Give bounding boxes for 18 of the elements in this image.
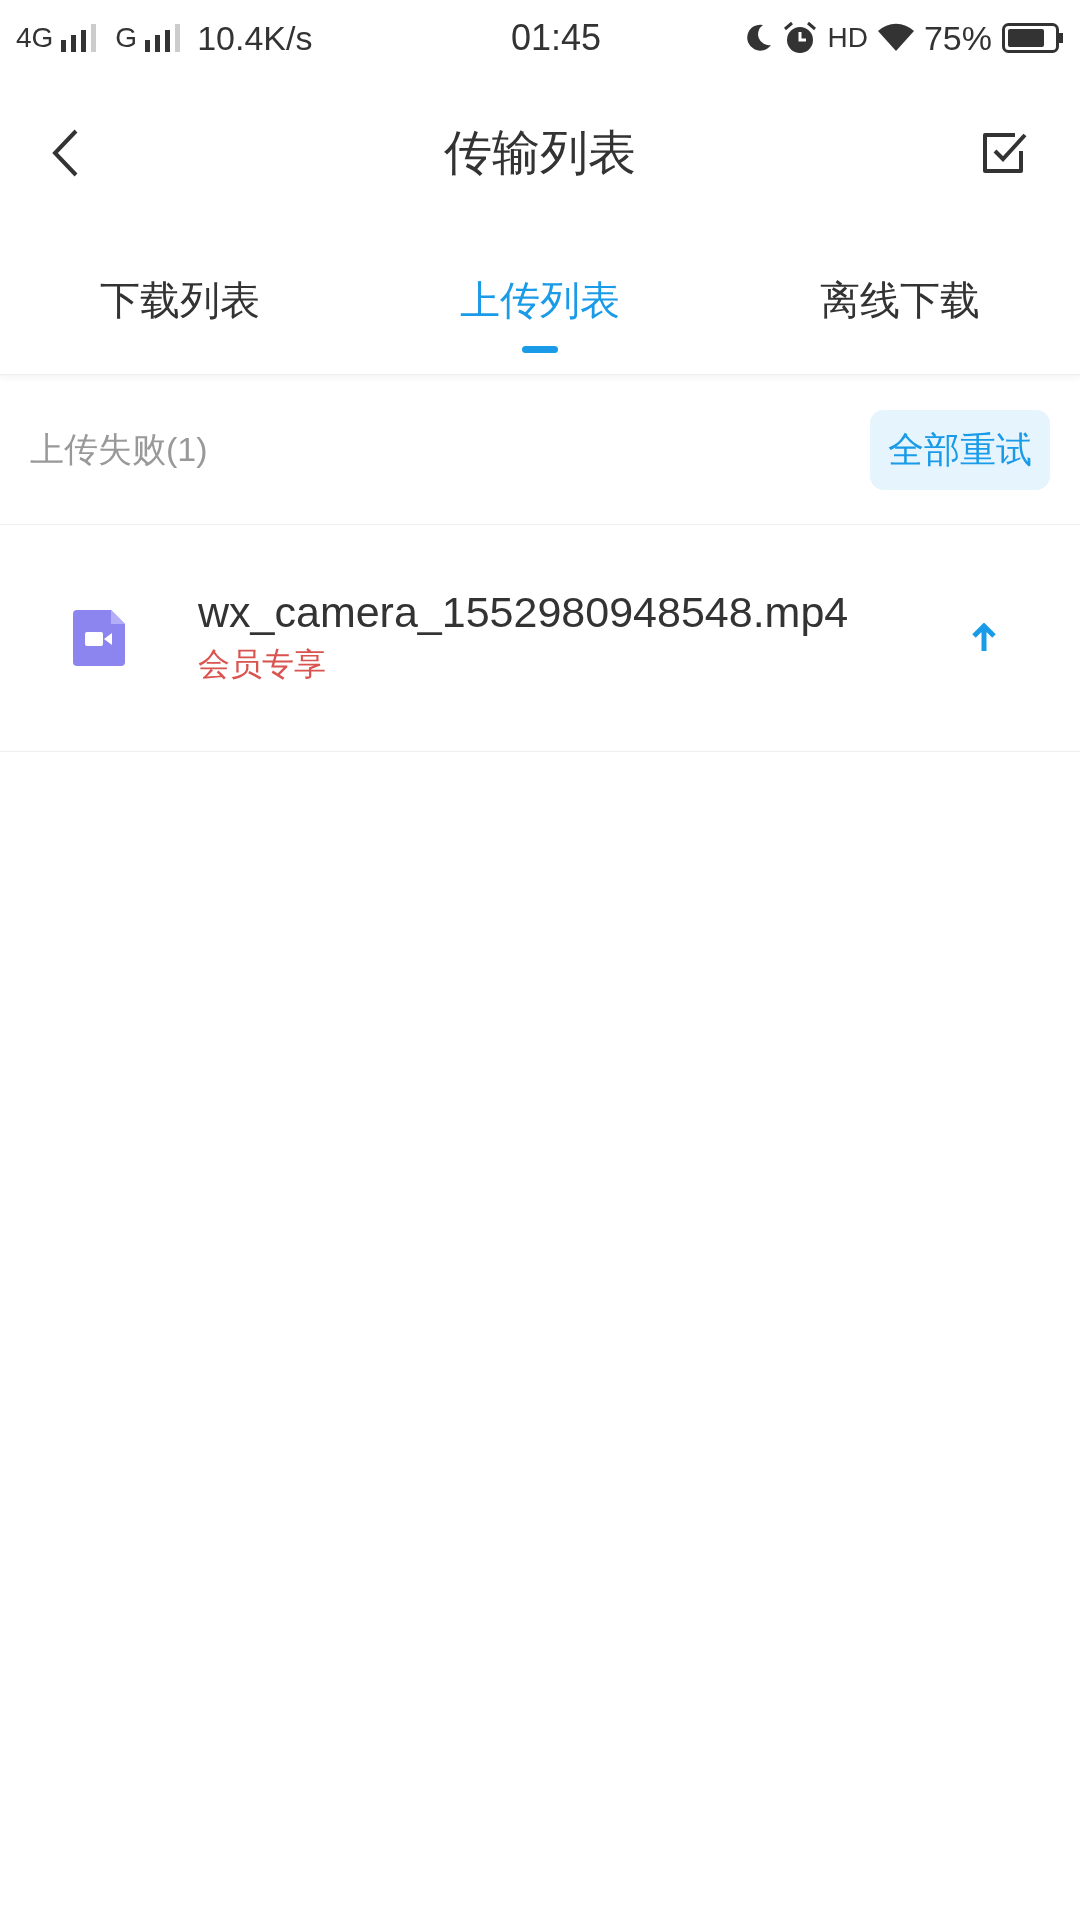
hd-label: HD xyxy=(827,21,868,55)
upload-arrow-icon[interactable] xyxy=(972,623,996,653)
wifi-icon xyxy=(877,23,914,53)
page-title: 传输列表 xyxy=(444,125,636,181)
network-label: G xyxy=(115,21,138,55)
video-file-icon xyxy=(73,610,125,666)
vip-label: 会员专享 xyxy=(198,645,327,684)
tab[interactable]: 下载列表 xyxy=(0,230,360,374)
file-name: wx_camera_1552980948548.mp4 xyxy=(198,588,850,636)
network-label: 4G xyxy=(16,21,54,55)
clock-time: 01:45 xyxy=(509,16,603,60)
battery-icon xyxy=(1002,23,1064,53)
alarm-icon xyxy=(783,21,818,55)
section-title: 上传失败(1) xyxy=(30,429,208,470)
tab[interactable]: 离线下载 xyxy=(720,230,1080,374)
back-icon xyxy=(50,128,80,178)
battery-percent: 75% xyxy=(923,17,992,59)
speed-text: 10.4K/s xyxy=(197,17,313,59)
